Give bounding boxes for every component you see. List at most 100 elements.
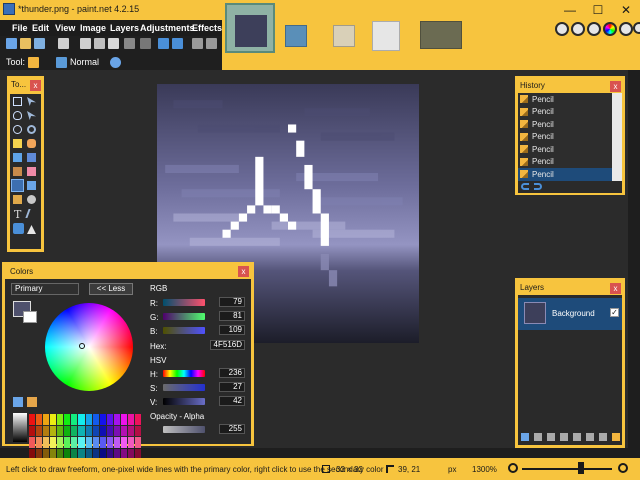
palette-swatch[interactable]	[99, 414, 106, 425]
layer-settings-icon[interactable]	[612, 433, 620, 441]
palette-swatch[interactable]	[43, 414, 50, 425]
rectangle-select-icon[interactable]	[13, 97, 22, 106]
deselect-icon[interactable]	[140, 38, 151, 49]
tools-toggle-icon[interactable]	[555, 22, 569, 36]
add-layer-icon[interactable]	[521, 433, 529, 441]
history-scrollbar[interactable]	[612, 93, 622, 181]
triangle-shape-icon[interactable]	[27, 225, 36, 234]
history-item[interactable]: Pencil	[518, 105, 612, 118]
palette-swatch[interactable]	[85, 414, 92, 425]
cut-icon[interactable]	[80, 38, 91, 49]
palette-swatch[interactable]	[78, 425, 85, 436]
history-item[interactable]: Pencil	[518, 155, 612, 168]
color-picker-icon[interactable]	[27, 181, 36, 190]
colors-close-button[interactable]: x	[238, 266, 249, 277]
palette-swatch[interactable]	[127, 437, 134, 448]
text-tool-icon[interactable]: T	[14, 208, 21, 221]
palette-swatch[interactable]	[92, 425, 99, 436]
palette-swatch[interactable]	[106, 414, 113, 425]
palette-swatch[interactable]	[57, 414, 64, 425]
palette-swatch[interactable]	[134, 425, 141, 436]
palette-swatch[interactable]	[71, 414, 78, 425]
new-file-icon[interactable]	[6, 38, 17, 49]
palette-swatch[interactable]	[120, 425, 127, 436]
crop-icon[interactable]	[124, 38, 135, 49]
palette-swatch[interactable]	[120, 437, 127, 448]
palette-swatch[interactable]	[50, 425, 57, 436]
color-wheel[interactable]	[45, 303, 133, 391]
v-slider[interactable]	[163, 398, 205, 405]
recolor-icon[interactable]	[27, 195, 36, 204]
secondary-color-swatch[interactable]	[23, 311, 37, 323]
move-pixels-icon[interactable]	[27, 111, 36, 120]
palette-swatch[interactable]	[57, 425, 64, 436]
history-item[interactable]: Pencil	[518, 118, 612, 131]
help-icon[interactable]	[633, 22, 640, 34]
layers-toggle-icon[interactable]	[587, 22, 601, 36]
palette-swatch[interactable]	[36, 414, 43, 425]
layer-visibility-checkbox[interactable]: ✓	[610, 308, 619, 317]
palette-swatch[interactable]	[85, 437, 92, 448]
history-item[interactable]: Pencil	[518, 130, 612, 143]
history-item-selected[interactable]: Pencil	[518, 168, 612, 181]
pencil-tool-active[interactable]	[11, 179, 24, 192]
history-item[interactable]: Pencil	[518, 143, 612, 156]
color-wheel-marker[interactable]	[79, 343, 85, 349]
zoom-value[interactable]: 1300%	[472, 465, 497, 474]
h-slider[interactable]	[163, 370, 205, 377]
history-toggle-icon[interactable]	[571, 22, 585, 36]
zoom-slider[interactable]	[522, 468, 612, 470]
vertical-scrollbar[interactable]	[628, 70, 640, 458]
palette-swatch[interactable]	[43, 437, 50, 448]
palette-swatch[interactable]	[43, 425, 50, 436]
image-tab-computer[interactable]	[372, 21, 400, 51]
palette-swatch[interactable]	[127, 425, 134, 436]
palette-swatch[interactable]	[64, 437, 71, 448]
b-slider[interactable]	[163, 327, 205, 334]
v-input[interactable]: 42	[219, 396, 245, 406]
pan-icon[interactable]	[27, 139, 36, 148]
palette-swatch[interactable]	[50, 437, 57, 448]
duplicate-layer-icon[interactable]	[547, 433, 555, 441]
layer-row-background[interactable]: Background ✓	[518, 298, 622, 330]
palette-swatch[interactable]	[106, 437, 113, 448]
palette-swatch[interactable]	[113, 437, 120, 448]
zoom-icon[interactable]	[27, 125, 36, 134]
palette-swatch[interactable]	[50, 414, 57, 425]
palette-menu-icon[interactable]	[27, 397, 37, 407]
tools-close-button[interactable]: x	[30, 80, 41, 91]
units-select[interactable]: px	[448, 465, 456, 474]
h-input[interactable]: 236	[219, 368, 245, 378]
clone-stamp-icon[interactable]	[13, 195, 22, 204]
layer-properties-icon[interactable]	[599, 433, 607, 441]
palette-swatch[interactable]	[113, 425, 120, 436]
ellipse-select-icon[interactable]	[13, 125, 22, 134]
palette-swatch[interactable]	[78, 414, 85, 425]
layer-up-icon[interactable]	[573, 433, 581, 441]
menu-edit[interactable]: Edit	[32, 23, 49, 33]
history-close-button[interactable]: x	[610, 81, 621, 92]
s-input[interactable]: 27	[219, 382, 245, 392]
b-input[interactable]: 109	[219, 325, 245, 335]
palette-swatch[interactable]	[64, 425, 71, 436]
menu-layers[interactable]: Layers	[110, 23, 139, 33]
palette-swatch[interactable]	[29, 437, 36, 448]
history-item[interactable]: Pencil	[518, 93, 612, 106]
magic-wand-icon[interactable]	[13, 139, 22, 148]
antialias-icon[interactable]	[110, 57, 121, 68]
minimize-button[interactable]: —	[556, 0, 584, 20]
close-button[interactable]: ✕	[612, 0, 640, 20]
colors-toggle-icon[interactable]	[603, 22, 617, 36]
menu-image[interactable]: Image	[80, 23, 106, 33]
color-mode-select[interactable]: Primary	[11, 283, 79, 295]
image-tab-landscape[interactable]	[285, 25, 307, 47]
palette-swatch[interactable]	[71, 425, 78, 436]
palette-swatch[interactable]	[29, 425, 36, 436]
menu-view[interactable]: View	[55, 23, 75, 33]
paintbrush-icon[interactable]	[13, 167, 22, 176]
merge-layer-icon[interactable]	[560, 433, 568, 441]
palette-swatch[interactable]	[127, 414, 134, 425]
grayscale-strip[interactable]	[13, 413, 27, 442]
grid-icon[interactable]	[192, 38, 203, 49]
less-button[interactable]: << Less	[89, 283, 133, 295]
